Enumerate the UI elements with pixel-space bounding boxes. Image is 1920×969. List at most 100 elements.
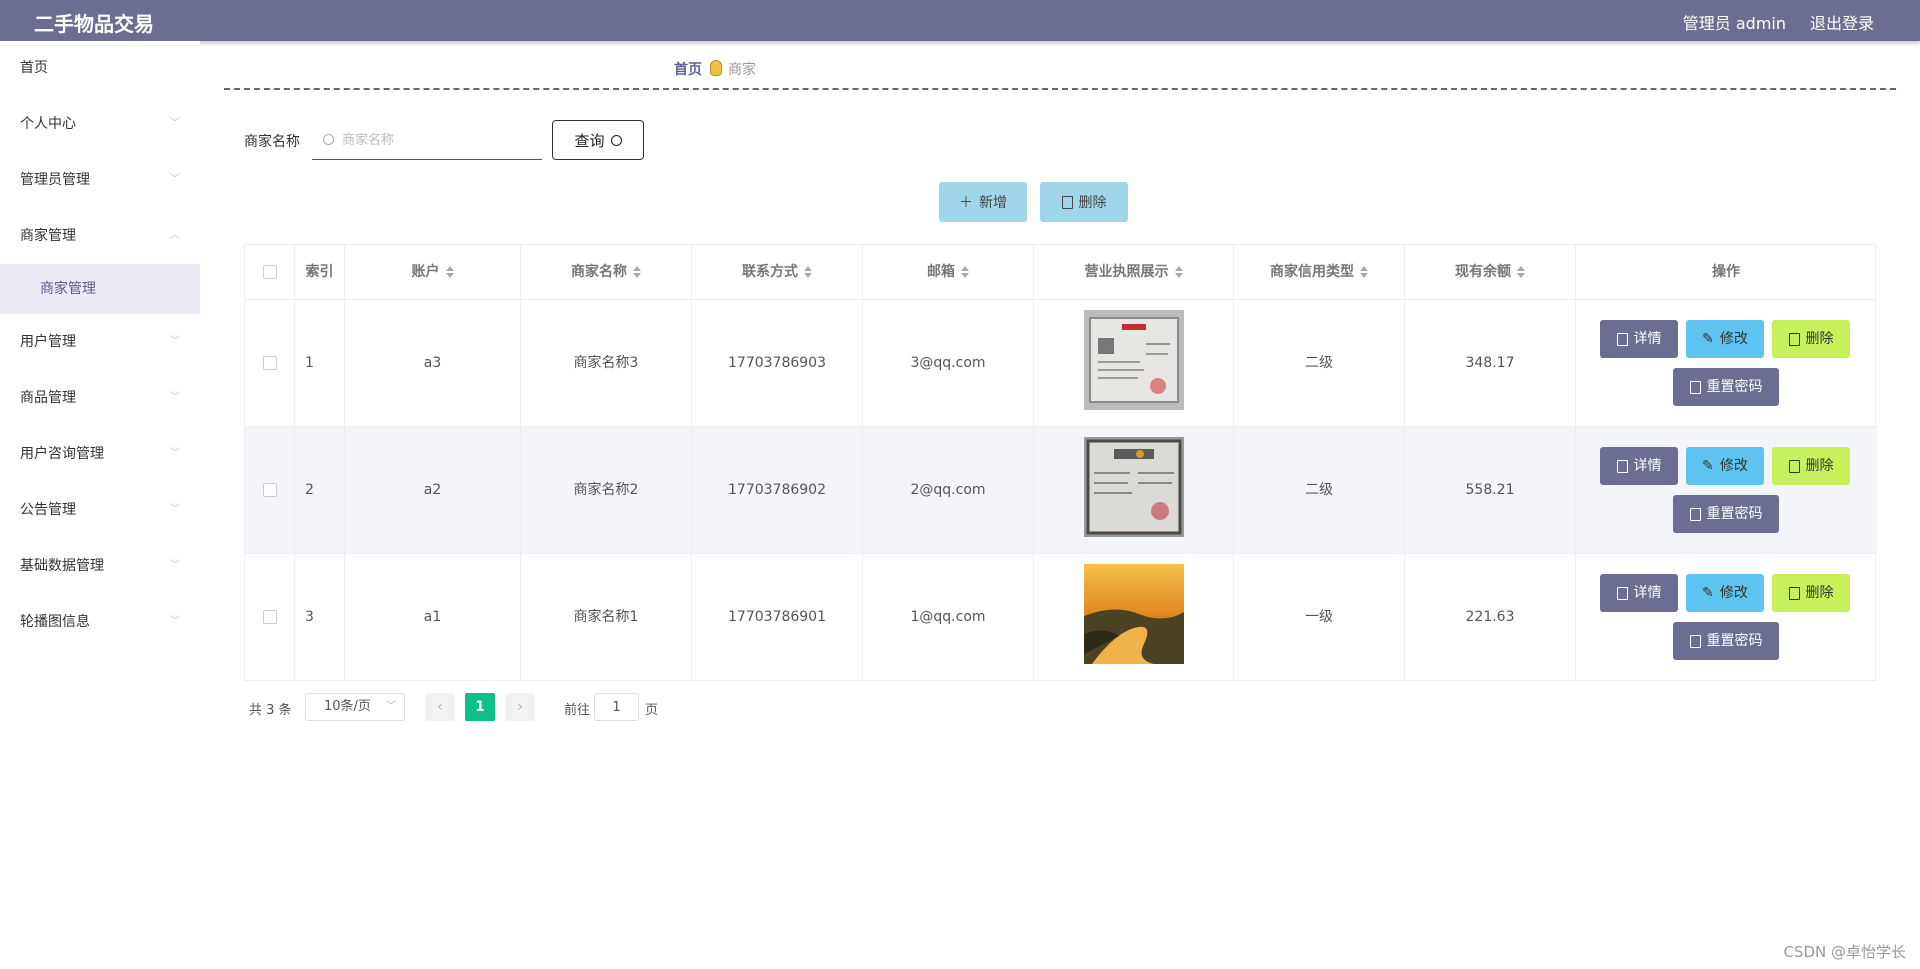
trash-icon	[1788, 459, 1800, 473]
chevron-down-icon: ﹀	[170, 504, 180, 515]
cell-index: 2	[295, 427, 345, 554]
col-header-phone[interactable]: 联系方式	[692, 245, 863, 300]
cell-account: a1	[345, 554, 521, 681]
next-page-button[interactable]: ›	[505, 693, 535, 721]
sidebar-item-merchant[interactable]: 商家管理 ︿	[0, 216, 200, 256]
watermark: CSDN @卓怡学长	[1783, 943, 1906, 961]
sort-icon[interactable]	[1174, 266, 1183, 278]
delete-button[interactable]: 删除	[1772, 320, 1850, 358]
current-page-button[interactable]: 1	[465, 693, 495, 721]
admin-label: 管理员 admin	[1682, 14, 1786, 33]
cell-phone: 17703786903	[692, 300, 863, 427]
add-button[interactable]: ＋ 新增	[939, 182, 1027, 222]
chevron-down-icon: ﹀	[170, 448, 180, 459]
sidebar-item-label: 用户咨询管理	[20, 446, 104, 462]
cell-balance: 221.63	[1405, 554, 1576, 681]
row-checkbox[interactable]	[262, 483, 277, 497]
logout-link[interactable]: 退出登录	[1810, 10, 1874, 34]
sidebar-item-label: 商品管理	[20, 390, 76, 406]
delete-button[interactable]: 删除	[1772, 574, 1850, 612]
license-image[interactable]	[1084, 310, 1184, 410]
reset-password-button[interactable]: 重置密码	[1673, 495, 1779, 533]
document-icon	[1689, 507, 1701, 521]
row-checkbox[interactable]	[262, 610, 277, 624]
row-checkbox[interactable]	[262, 356, 277, 370]
add-button-label: 新增	[979, 195, 1007, 211]
cell-name: 商家名称3	[521, 300, 692, 427]
col-header-credit[interactable]: 商家信用类型	[1234, 245, 1405, 300]
prev-page-button[interactable]: ‹	[425, 693, 455, 721]
delete-button-label: 删除	[1078, 195, 1107, 211]
document-icon	[1616, 459, 1628, 473]
sidebar-item-home[interactable]: 首页	[0, 48, 200, 88]
goto-page-input[interactable]	[594, 693, 639, 721]
sidebar-item-carousel[interactable]: 轮播图信息 ﹀	[0, 602, 200, 642]
sort-icon[interactable]	[1517, 266, 1525, 278]
license-image[interactable]	[1084, 564, 1184, 664]
sidebar-item-goods[interactable]: 商品管理 ﹀	[0, 378, 200, 418]
search-label: 商家名称	[244, 134, 300, 150]
chevron-down-icon: ﹀	[386, 701, 396, 712]
sidebar-item-consult[interactable]: 用户咨询管理 ﹀	[0, 434, 200, 474]
sidebar-subitem-merchant[interactable]: 商家管理	[0, 264, 200, 314]
cell-balance: 348.17	[1405, 300, 1576, 427]
select-all-checkbox[interactable]	[262, 265, 277, 279]
col-header-label: 商家名称	[571, 264, 627, 280]
plus-icon: ＋	[959, 195, 973, 211]
detail-button[interactable]: 详情	[1600, 574, 1678, 612]
cell-license	[1034, 554, 1234, 681]
sidebar-item-basedata[interactable]: 基础数据管理 ﹀	[0, 546, 200, 586]
sort-icon[interactable]	[633, 266, 641, 278]
cell-credit: 二级	[1234, 300, 1405, 427]
trash-icon	[1788, 586, 1800, 600]
sort-icon[interactable]	[445, 266, 454, 278]
sidebar-item-label: 首页	[20, 60, 48, 76]
delete-button[interactable]: 删除	[1772, 447, 1850, 485]
chevron-down-icon: ﹀	[170, 392, 180, 403]
col-header-license[interactable]: 营业执照展示	[1034, 245, 1234, 300]
sidebar-item-admin[interactable]: 管理员管理 ﹀	[0, 160, 200, 200]
sidebar-item-user[interactable]: 用户管理 ﹀	[0, 322, 200, 362]
row-actions: 详情 ✎ 修改 删除 重置密码	[1576, 554, 1876, 681]
breadcrumb-home[interactable]: 首页	[674, 62, 702, 78]
table-row: 1 a3 商家名称3 17703786903 3@qq.com 二级 348.1…	[245, 300, 1877, 427]
col-header-name[interactable]: 商家名称	[521, 245, 692, 300]
detail-button[interactable]: 详情	[1600, 447, 1678, 485]
cell-license	[1034, 300, 1234, 427]
sidebar-item-label: 基础数据管理	[20, 558, 104, 574]
detail-button[interactable]: 详情	[1600, 320, 1678, 358]
cell-account: a3	[345, 300, 521, 427]
table-row: 3 a1 商家名称1 17703786901 1@qq.com 一级 221.6…	[245, 554, 1877, 681]
detail-label: 详情	[1633, 330, 1662, 347]
chevron-down-icon: ﹀	[170, 616, 180, 627]
reset-label: 重置密码	[1706, 632, 1763, 649]
col-header-label: 营业执照展示	[1084, 264, 1169, 280]
cell-email: 2@qq.com	[863, 427, 1034, 554]
reset-password-button[interactable]: 重置密码	[1673, 622, 1779, 660]
reset-password-button[interactable]: 重置密码	[1673, 368, 1779, 406]
license-image[interactable]	[1084, 437, 1184, 537]
sort-icon[interactable]	[804, 266, 812, 278]
chevron-down-icon: ﹀	[170, 118, 180, 129]
search-button[interactable]: 查询	[552, 120, 644, 160]
col-header-account[interactable]: 账户	[345, 245, 521, 300]
cell-credit: 一级	[1234, 554, 1405, 681]
sidebar-item-notice[interactable]: 公告管理 ﹀	[0, 490, 200, 530]
sidebar-item-personal[interactable]: 个人中心 ﹀	[0, 104, 200, 144]
hand-icon	[710, 60, 722, 76]
sort-icon[interactable]	[961, 266, 969, 278]
col-header-index: 索引	[295, 245, 345, 300]
search-input[interactable]	[312, 122, 542, 160]
search-button-label: 查询	[574, 131, 605, 150]
row-checkbox-cell	[245, 300, 295, 427]
page-size-select[interactable]: 10条/页 ﹀	[305, 693, 405, 721]
cell-credit: 二级	[1234, 427, 1405, 554]
batch-delete-button[interactable]: 删除	[1040, 182, 1128, 222]
sort-icon[interactable]	[1360, 266, 1368, 278]
col-header-balance[interactable]: 现有余额	[1405, 245, 1576, 300]
col-header-label: 现有余额	[1455, 264, 1511, 280]
top-header: 二手物品交易 管理员 admin 退出登录	[0, 0, 1920, 41]
merchant-table: 索引 账户 商家名称 联系方式 邮箱 营业执照展示 商家信用类型 现有余额 操作…	[244, 244, 1877, 681]
search-icon	[610, 134, 622, 146]
col-header-email[interactable]: 邮箱	[863, 245, 1034, 300]
